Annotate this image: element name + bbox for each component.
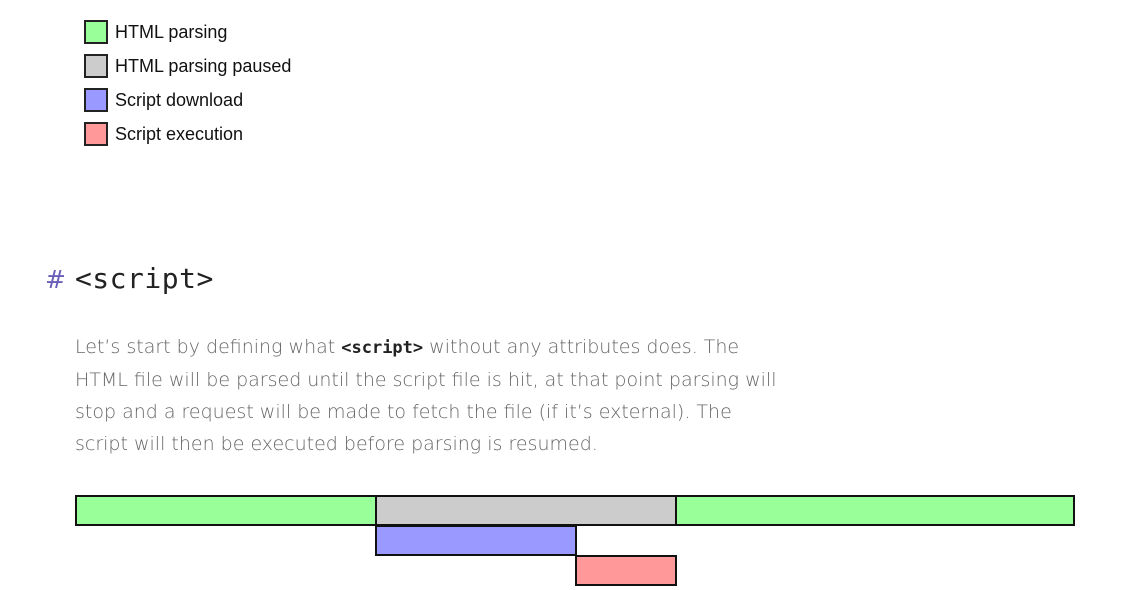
legend-swatch (84, 54, 108, 78)
heading-title: <script> (74, 262, 214, 295)
legend-item-script-download: Script download (84, 86, 291, 114)
legend-swatch (84, 88, 108, 112)
paragraph-text-start: Let’s start by defining what (75, 336, 342, 358)
timeline-html-parsing-resumed-bar (675, 495, 1075, 526)
section-paragraph: Let’s start by defining what <script> wi… (75, 331, 780, 460)
timeline-html-parsing-bar (75, 495, 377, 526)
timeline-script-execution-bar (575, 555, 677, 586)
timeline-script-download-bar (375, 525, 577, 556)
legend-label: HTML parsing paused (115, 55, 292, 76)
legend-label: Script download (115, 89, 244, 110)
section-heading: # <script> (45, 262, 214, 295)
legend-item-html-parsing-paused: HTML parsing paused (84, 52, 291, 80)
script-timeline-diagram (75, 495, 1076, 587)
legend: HTML parsing HTML parsing paused Script … (84, 18, 291, 154)
inline-code-script: <script> (341, 338, 424, 358)
legend-label: HTML parsing (115, 21, 228, 42)
legend-swatch (84, 20, 108, 44)
legend-item-html-parsing: HTML parsing (84, 18, 291, 46)
legend-item-script-execution: Script execution (84, 120, 291, 148)
legend-label: Script execution (115, 123, 244, 144)
legend-swatch (84, 122, 108, 146)
timeline-html-parsing-paused-bar (375, 495, 677, 526)
heading-anchor-link[interactable]: # (45, 265, 66, 294)
